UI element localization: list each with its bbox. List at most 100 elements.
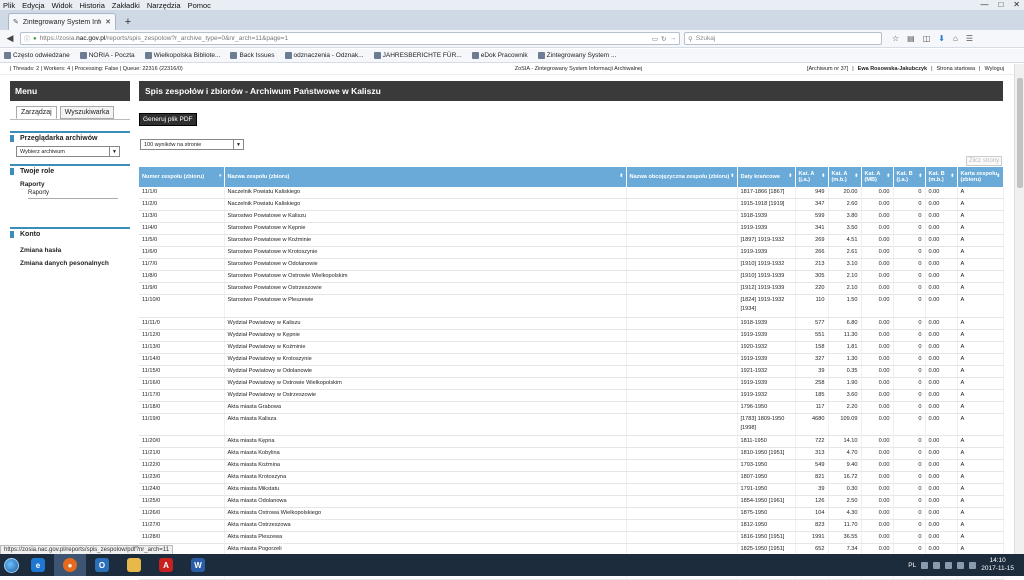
taskbar-ie[interactable]: e <box>22 554 54 576</box>
scrollbar-thumb[interactable] <box>1017 78 1023 188</box>
table-row[interactable]: 11/22/0 Akta miasta Koźmina 1793-1950 549 9.… <box>139 459 1004 472</box>
network-icon[interactable] <box>957 561 965 569</box>
table-row[interactable]: 11/2/0 Naczelnik Powiatu Kaliskiego 1915-1… <box>139 198 1004 211</box>
bookmark-item[interactable]: Wielkopolska Bibliote... <box>144 52 220 59</box>
reports-sublink[interactable]: Raporty <box>28 190 130 196</box>
tab-wyszukiwarka[interactable]: Wyszukiwarka <box>59 106 115 119</box>
column-header[interactable]: Kat. A (MB) ⬍ <box>861 167 894 187</box>
bookmark-star-icon[interactable]: ☆ <box>892 34 899 43</box>
reload-icon[interactable]: ↻ <box>661 35 666 43</box>
archive-select[interactable]: Wybierz archiwum ▼ <box>16 146 120 157</box>
home-link[interactable]: Strona startowa <box>937 66 976 72</box>
table-row[interactable]: 11/26/0 Akta miasta Ostrowa Wielkopolskie… <box>139 507 1004 520</box>
info-icon[interactable]: ⓘ <box>24 34 30 43</box>
column-header[interactable]: Daty krańcowe ⬍ <box>737 167 796 187</box>
page-actions-icon[interactable]: ▭ <box>652 35 658 43</box>
logout-link[interactable]: Wyloguj <box>984 66 1004 72</box>
table-row[interactable]: 11/20/0 Akta miasta Kępna 1811-1950 722 14.1… <box>139 435 1004 448</box>
taskbar-firefox[interactable]: ● <box>54 554 86 576</box>
browser-tab[interactable]: ✎ Zintegrowany System Infor... ✕ <box>8 13 116 30</box>
search-input[interactable]: Szukaj <box>696 35 716 42</box>
bookmark-item[interactable]: eDok Pracownik <box>471 52 528 59</box>
count-pages-button[interactable]: Zlicz strony <box>966 156 1002 166</box>
table-row[interactable]: 11/1/0 Naczelnik Powiatu Kaliskiego 1817-1… <box>139 187 1004 199</box>
volume-icon[interactable] <box>969 561 977 569</box>
hamburger-menu-icon[interactable]: ☰ <box>966 34 973 43</box>
table-row[interactable]: 11/28/0 Akta miasta Pleszewa 1816-1950 [19… <box>139 531 1004 544</box>
maximize-icon[interactable]: □ <box>998 0 1003 9</box>
taskbar-word[interactable]: W <box>182 554 214 576</box>
table-row[interactable]: 11/6/0 Starostwo Powiatowe w Krotoszynie 1… <box>139 246 1004 259</box>
bookmark-item[interactable]: NORIA - Poczta <box>79 52 135 59</box>
bookmark-item[interactable]: odznaczenia - Odznak... <box>284 52 364 59</box>
minimize-icon[interactable]: — <box>980 0 988 9</box>
table-row[interactable]: 11/13/0 Wydział Powiatowy w Koźminie 1920-… <box>139 341 1004 354</box>
table-row[interactable]: 11/10/0 Starostwo Powiatowe w Pleszewie [1… <box>139 294 1004 318</box>
table-row[interactable]: 11/3/0 Starostwo Powiatowe w Kaliszu 1918-… <box>139 210 1004 223</box>
table-row[interactable]: 11/5/0 Starostwo Powiatowe w Koźminie [189… <box>139 234 1004 247</box>
table-row[interactable]: 11/9/0 Starostwo Powiatowe w Ostrzeszowie… <box>139 282 1004 295</box>
change-personal-data-link[interactable]: Zmiana danych pesonalnych <box>20 260 130 267</box>
menu-item[interactable]: Historia <box>79 1 104 10</box>
new-tab-button[interactable]: + <box>120 14 136 30</box>
column-header[interactable]: Kat. A (m.b.) ⬍ <box>828 167 862 187</box>
generate-pdf-button[interactable]: Generuj plik PDF <box>139 113 197 126</box>
taskbar-outlook[interactable]: O <box>86 554 118 576</box>
go-arrow-icon[interactable]: → <box>670 35 677 42</box>
column-header[interactable]: Kat. B (j.a.) ⬍ <box>893 167 926 187</box>
menu-item[interactable]: Pomoc <box>188 1 211 10</box>
tab-zarzadzaj[interactable]: Zarządzaj <box>16 106 57 119</box>
bookmark-item[interactable]: JAHRESBERICHTE FÜR... <box>373 52 462 59</box>
tab-close-icon[interactable]: ✕ <box>105 18 111 26</box>
table-row[interactable]: 11/19/0 Akta miasta Kalisza [1783] 1809-19… <box>139 413 1004 436</box>
table-row[interactable]: 11/17/0 Wydział Powiatowy w Ostrzeszowie 1… <box>139 389 1004 402</box>
table-row[interactable]: 11/4/0 Starostwo Powiatowe w Kępnie 1919-1… <box>139 222 1004 235</box>
table-row[interactable]: 11/24/0 Akta miasta Mikstatu 1791-1950 39 0.… <box>139 483 1004 496</box>
start-button[interactable] <box>0 554 22 576</box>
tray-icon[interactable] <box>945 561 953 569</box>
home-icon[interactable]: ⌂ <box>953 34 958 43</box>
pocket-icon[interactable]: ◫ <box>923 34 931 43</box>
vertical-scrollbar[interactable] <box>1014 64 1024 554</box>
menu-item[interactable]: Narzędzia <box>147 1 181 10</box>
tray-icon[interactable] <box>921 561 929 569</box>
search-bar[interactable]: ⚲ Szukaj <box>684 32 882 45</box>
table-row[interactable]: 11/15/0 Wydział Powiatowy w Odolanowie 192… <box>139 365 1004 378</box>
menu-item[interactable]: Plik <box>3 1 15 10</box>
language-indicator[interactable]: PL <box>908 562 916 569</box>
close-icon[interactable]: ✕ <box>1013 0 1020 9</box>
table-row[interactable]: 11/14/0 Wydział Powiatowy w Krotoszynie 19… <box>139 353 1004 366</box>
download-icon[interactable]: ⬇ <box>938 34 945 43</box>
clock[interactable]: 14:10 2017-11-15 <box>981 557 1014 573</box>
change-password-link[interactable]: Zmiana hasła <box>20 247 130 254</box>
table-row[interactable]: 11/11/0 Wydział Powiatowy w Kaliszu 1918-1… <box>139 317 1004 330</box>
taskbar-explorer[interactable] <box>118 554 150 576</box>
table-row[interactable]: 11/27/0 Akta miasta Ostrzeszowa 1812-1950 8… <box>139 519 1004 532</box>
column-header[interactable]: Karta zespołu (zbioru) ⬍ <box>957 167 1004 187</box>
table-row[interactable]: 11/25/0 Akta miasta Odolanowa 1854-1950 [1… <box>139 495 1004 508</box>
url-bar[interactable]: ⓘ ● https://zosia.nac.gov.pl/reports/spi… <box>20 32 680 45</box>
column-header[interactable]: Numer zespołu (zbioru) ▾ <box>139 167 225 187</box>
reports-link[interactable]: Raporty <box>20 181 130 188</box>
menu-item[interactable]: Edycja <box>22 1 45 10</box>
column-header[interactable]: Kat. B (m.b.) ⬍ <box>925 167 958 187</box>
taskbar-acrobat[interactable]: A <box>150 554 182 576</box>
bookmark-item[interactable]: Zintegrowany System ... <box>537 52 616 59</box>
column-header[interactable]: Kat. A (j.a.) ⬍ <box>795 167 829 187</box>
menu-item[interactable]: Zakładki <box>112 1 140 10</box>
table-row[interactable]: 11/23/0 Akta miasta Krotoszyna 1807-1950 82… <box>139 471 1004 484</box>
results-per-page-select[interactable]: 100 wyników na stronie ▼ <box>140 139 244 150</box>
bookmark-item[interactable]: Często odwiedzane <box>4 52 70 59</box>
column-header[interactable]: Nazwa obcojęzyczna zespołu (zbioru) ⬍ <box>626 167 738 187</box>
table-row[interactable]: 11/21/0 Akta miasta Kobylina 1810-1950 [19… <box>139 447 1004 460</box>
reading-list-icon[interactable]: ▤ <box>907 34 915 43</box>
table-row[interactable]: 11/18/0 Akta miasta Grabowa 1796-1950 117 2.… <box>139 401 1004 414</box>
tray-icon[interactable] <box>933 561 941 569</box>
bookmark-item[interactable]: Back Issues <box>230 52 275 59</box>
table-row[interactable]: 11/16/0 Wydział Powiatowy w Ostrowie Wiel… <box>139 377 1004 390</box>
table-row[interactable]: 11/12/0 Wydział Powiatowy w Kępnie 1919-19… <box>139 329 1004 342</box>
menu-item[interactable]: Widok <box>52 1 73 10</box>
table-row[interactable]: 11/7/0 Starostwo Powiatowe w Odolanowie [1… <box>139 258 1004 271</box>
table-row[interactable]: 11/8/0 Starostwo Powiatowe w Ostrowie Wie… <box>139 270 1004 283</box>
back-icon[interactable]: ◀ <box>4 33 16 45</box>
